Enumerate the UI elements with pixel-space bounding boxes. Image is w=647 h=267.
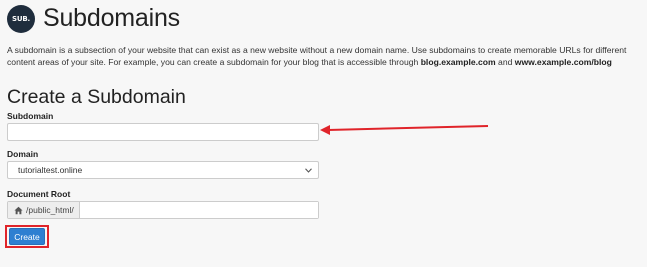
description-example-2: www.example.com/blog — [514, 57, 612, 67]
subdomains-page: SUB. Subdomains A subdomain is a subsect… — [0, 0, 647, 267]
subdomain-input[interactable] — [7, 123, 319, 141]
page-description: A subdomain is a subsection of your webs… — [7, 44, 639, 68]
subdomains-icon: SUB. — [7, 4, 35, 33]
document-root-prefix-text: /public_html/ — [26, 205, 74, 215]
description-example-1: blog.example.com — [420, 57, 496, 67]
document-root-input[interactable] — [80, 202, 318, 218]
page-header: SUB. Subdomains — [7, 4, 180, 33]
home-icon — [14, 206, 23, 215]
create-button[interactable]: Create — [9, 228, 45, 245]
section-title: Create a Subdomain — [7, 86, 186, 108]
annotation-arrow-head — [320, 125, 330, 135]
subdomain-label: Subdomain — [7, 111, 54, 121]
document-root-prefix: /public_html/ — [8, 202, 80, 218]
chevron-down-icon — [304, 166, 312, 174]
annotation-arrow — [320, 125, 489, 135]
page-title: Subdomains — [43, 4, 180, 32]
subdomains-icon-text: SUB. — [12, 14, 30, 23]
domain-label: Domain — [7, 149, 39, 159]
domain-select[interactable]: tutorialtest.online — [7, 161, 319, 179]
document-root-label: Document Root — [7, 189, 71, 199]
domain-select-value: tutorialtest.online — [18, 165, 83, 175]
description-text-2: and — [495, 57, 515, 67]
annotation-arrow-line — [327, 125, 489, 131]
document-root-group: /public_html/ — [7, 201, 319, 219]
